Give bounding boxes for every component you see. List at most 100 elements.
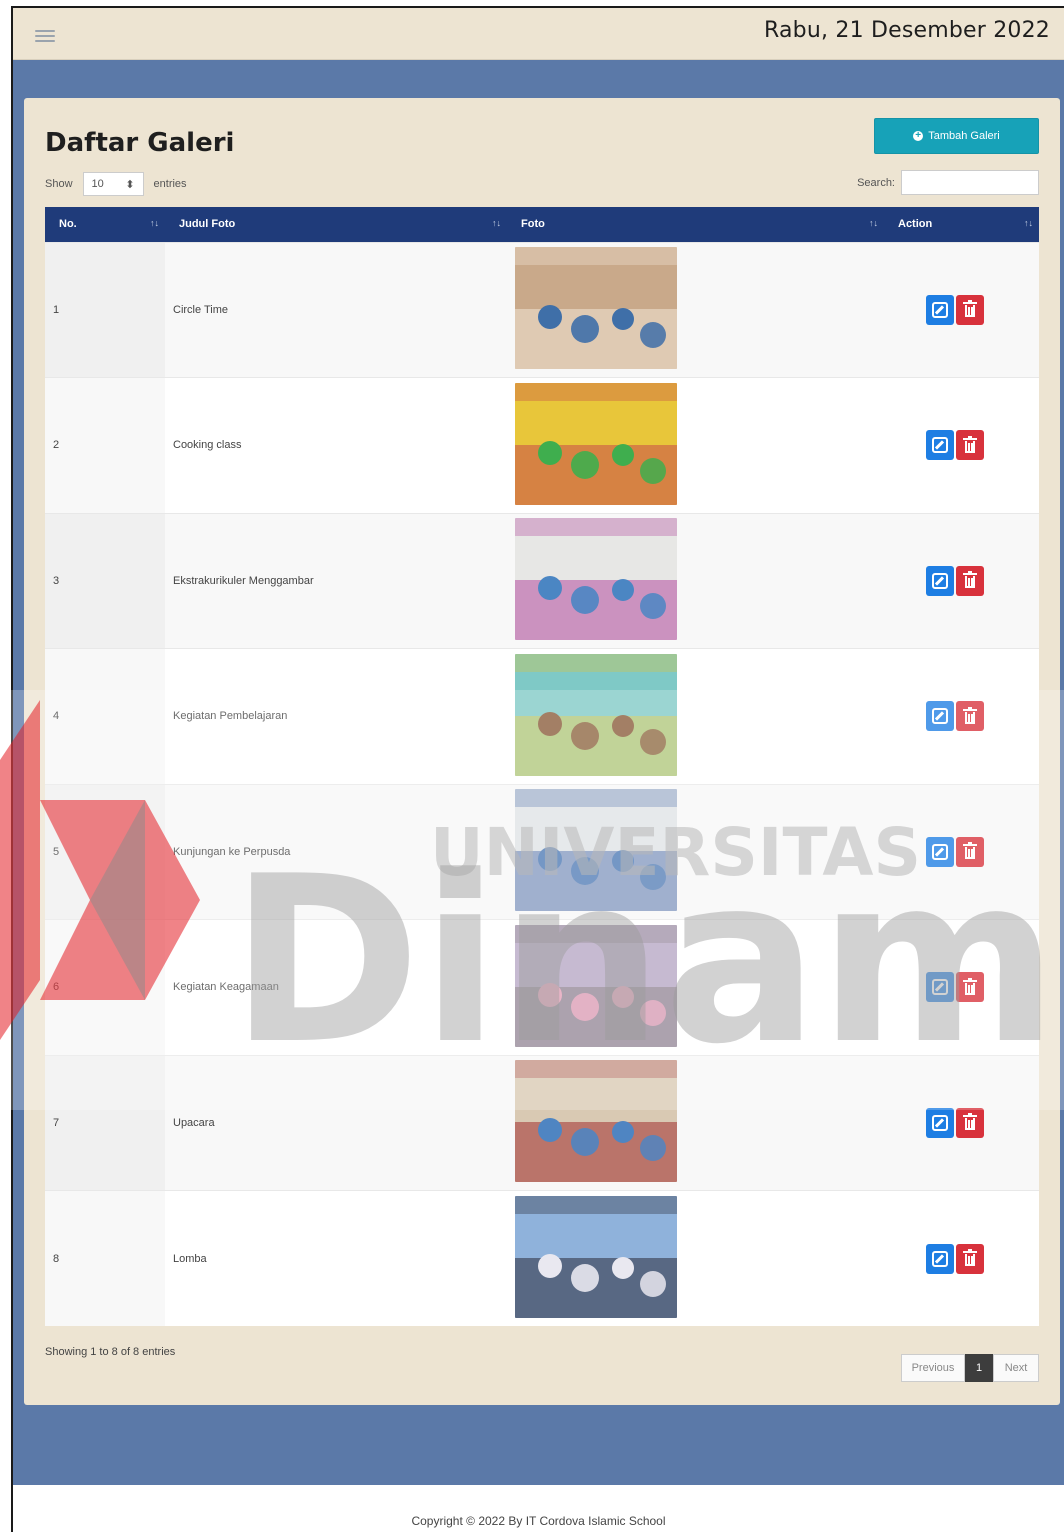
sort-asc-icon: ↑↓ <box>150 218 159 228</box>
photo-title: Ekstrakurikuler Menggambar <box>173 574 314 587</box>
column-header-judul-label: Judul Foto <box>179 218 236 231</box>
trash-icon <box>963 1249 977 1266</box>
column-header-action[interactable]: Action ↑↓ <box>884 207 1039 242</box>
entries-label: entries <box>153 178 187 190</box>
cell-action <box>884 377 1039 513</box>
gallery-card: Daftar Galeri + Tambah Galeri Show 10 ⬍ … <box>24 98 1060 1405</box>
edit-button[interactable] <box>926 1243 954 1274</box>
gallery-table: No. ↑↓ Judul Foto ↑↓ Foto ↑↓ Action ↑↓ 1 Cir… <box>45 207 1039 1326</box>
select-arrows-icon: ⬍ <box>125 178 135 191</box>
row-number: 5 <box>53 845 60 858</box>
photo-title: Kunjungan ke Perpusda <box>173 845 291 858</box>
row-number: 4 <box>53 710 60 723</box>
delete-button[interactable] <box>956 294 984 325</box>
cell-title: Kegiatan Pembelajaran <box>165 648 507 784</box>
row-actions <box>892 1243 1039 1274</box>
gallery-photo-thumbnail <box>515 382 677 505</box>
page-title: Daftar Galeri <box>45 128 235 158</box>
table-row: 7 Upacara <box>45 1054 1039 1191</box>
row-number: 3 <box>53 574 60 587</box>
sort-icon: ↑↓ <box>492 218 501 228</box>
copyright-text: Copyright © 2022 By IT Cordova Islamic S… <box>411 1514 666 1528</box>
cell-title: Cooking class <box>165 377 507 513</box>
show-label: Show <box>45 178 73 190</box>
delete-button[interactable] <box>956 836 984 867</box>
cell-no: 5 <box>45 783 165 920</box>
photo-title: Lomba <box>173 1252 207 1265</box>
cell-photo <box>507 377 884 513</box>
table-row: 3 Ekstrakurikuler Menggambar <box>45 512 1039 649</box>
table-info: Showing 1 to 8 of 8 entries <box>45 1346 176 1358</box>
edit-button[interactable] <box>926 294 954 325</box>
photo-title: Kegiatan Keagamaan <box>173 981 279 994</box>
row-actions <box>892 565 1039 596</box>
edit-icon <box>932 979 948 996</box>
cell-no: 7 <box>45 1054 165 1191</box>
column-header-foto-label: Foto <box>521 218 545 231</box>
delete-button[interactable] <box>956 1107 984 1138</box>
edit-button[interactable] <box>926 836 954 867</box>
cell-photo <box>507 512 884 649</box>
edit-button[interactable] <box>926 430 954 461</box>
edit-icon <box>932 437 948 454</box>
trash-icon <box>963 571 977 589</box>
top-navbar: Rabu, 21 Desember 2022 <box>13 8 1064 60</box>
column-header-no-label: No. <box>59 218 77 231</box>
edit-button[interactable] <box>926 972 954 1003</box>
add-gallery-label: Tambah Galeri <box>928 130 1000 142</box>
search-input[interactable] <box>901 170 1039 195</box>
footer: Copyright © 2022 By IT Cordova Islamic S… <box>13 1485 1064 1532</box>
edit-icon <box>932 843 948 860</box>
column-header-no[interactable]: No. ↑↓ <box>45 207 165 242</box>
gallery-photo-thumbnail <box>515 518 677 641</box>
row-number: 7 <box>53 1116 60 1129</box>
delete-button[interactable] <box>956 1243 984 1274</box>
cell-action <box>884 648 1039 784</box>
gallery-photo-thumbnail <box>515 924 677 1047</box>
cell-photo <box>507 1190 884 1326</box>
photo-title: Upacara <box>173 1116 215 1129</box>
gallery-photo-thumbnail <box>515 1196 677 1318</box>
row-actions <box>892 430 1039 461</box>
edit-button[interactable] <box>926 701 954 732</box>
plus-circle-icon: + <box>913 131 924 141</box>
cell-action <box>884 783 1039 920</box>
gallery-photo-thumbnail <box>515 1060 677 1183</box>
table-row: 8 Lomba <box>45 1190 1039 1326</box>
column-header-judul[interactable]: Judul Foto ↑↓ <box>165 207 507 242</box>
add-gallery-button[interactable]: + Tambah Galeri <box>874 118 1039 154</box>
previous-page-button[interactable]: Previous <box>901 1354 965 1382</box>
cell-action <box>884 241 1039 378</box>
table-row: 5 Kunjungan ke Perpusda <box>45 783 1039 920</box>
app-frame: Rabu, 21 Desember 2022 Daftar Galeri + T… <box>11 6 1064 1532</box>
next-page-button[interactable]: Next <box>993 1354 1039 1382</box>
delete-button[interactable] <box>956 565 984 596</box>
row-actions <box>892 1107 1039 1138</box>
column-header-action-label: Action <box>898 218 933 231</box>
page-1-button[interactable]: 1 <box>965 1354 993 1382</box>
current-date: Rabu, 21 Desember 2022 <box>764 18 1050 43</box>
trash-icon <box>963 706 977 724</box>
delete-button[interactable] <box>956 701 984 732</box>
trash-icon <box>963 435 977 453</box>
delete-button[interactable] <box>956 972 984 1003</box>
column-header-foto[interactable]: Foto ↑↓ <box>507 207 884 242</box>
menu-icon[interactable] <box>35 30 55 42</box>
cell-no: 2 <box>45 377 165 513</box>
cell-no: 4 <box>45 648 165 784</box>
row-actions <box>892 294 1039 325</box>
edit-button[interactable] <box>926 565 954 596</box>
row-actions <box>892 836 1039 867</box>
cell-no: 3 <box>45 512 165 649</box>
gallery-photo-thumbnail <box>515 653 677 776</box>
edit-icon <box>932 301 948 318</box>
cell-photo <box>507 919 884 1055</box>
cell-title: Kegiatan Keagamaan <box>165 919 507 1055</box>
edit-button[interactable] <box>926 1107 954 1138</box>
search-label: Search: <box>857 176 895 189</box>
photo-title: Cooking class <box>173 439 242 452</box>
cell-photo <box>507 648 884 784</box>
entries-select[interactable]: 10 ⬍ <box>82 172 144 196</box>
gallery-photo-thumbnail <box>515 789 677 912</box>
delete-button[interactable] <box>956 430 984 461</box>
